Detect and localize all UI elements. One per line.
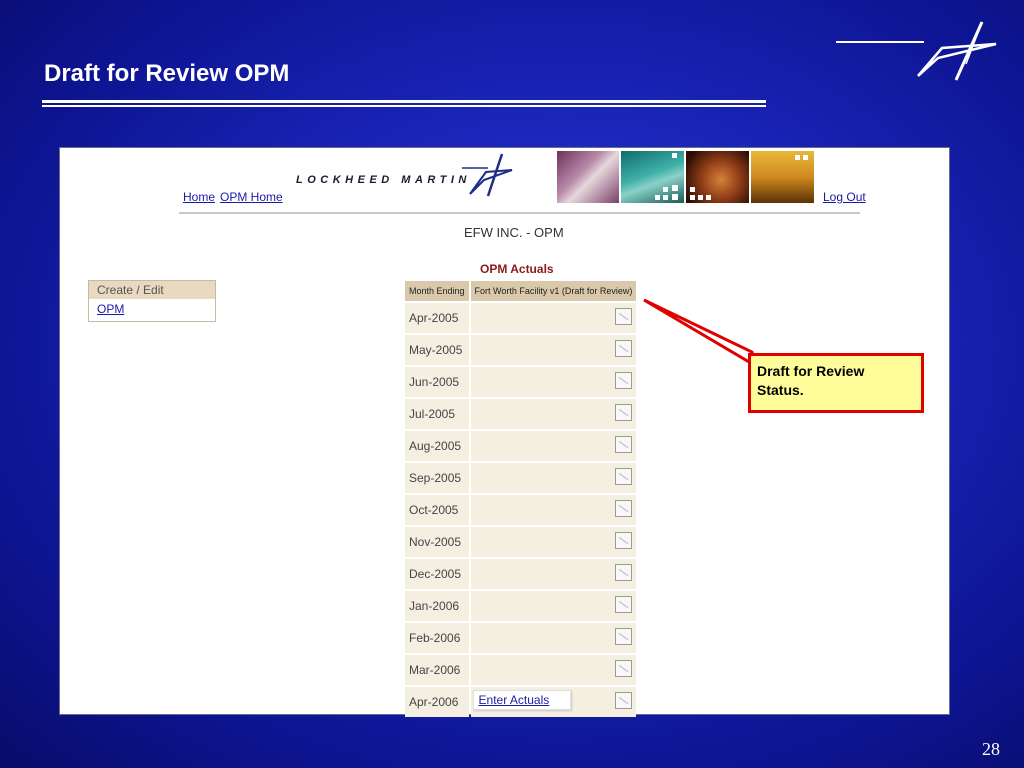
table-row: Jul-2005 [405,399,637,429]
month-cell: Jul-2005 [405,399,469,429]
slide-title: Draft for Review OPM [44,60,290,87]
table-row: Mar-2006 [405,655,637,685]
status-cell [470,335,637,365]
callout-line-1: Draft for Review [757,363,865,379]
spreadsheet-icon[interactable] [615,372,633,389]
spreadsheet-icon[interactable] [615,436,633,453]
home-link[interactable]: Home [183,190,215,204]
app-screenshot: LOCKHEED MARTIN Home OPM Home Log Out EF… [59,147,950,717]
status-cell: Enter Actuals [470,687,637,717]
spreadsheet-icon[interactable] [615,596,633,613]
create-edit-header: Create / Edit [89,281,215,299]
table-row: Jun-2005 [405,367,637,397]
table-row: Dec-2005 [405,559,637,589]
status-cell [470,527,637,557]
status-cell [470,399,637,429]
person-portrait-photo [686,151,749,203]
page-number: 28 [982,739,1000,759]
month-cell: Jun-2005 [405,367,469,397]
header-divider [179,212,860,214]
spreadsheet-icon[interactable] [615,532,633,549]
status-cell [470,463,637,493]
month-cell: Aug-2005 [405,431,469,461]
log-out-link[interactable]: Log Out [823,190,866,204]
draft-review-callout: Draft for Review Status. [748,353,924,413]
opm-home-link[interactable]: OPM Home [220,190,283,204]
radar-tower-photo [621,151,684,203]
table-row: Aug-2005 [405,431,637,461]
table-row: Oct-2005 [405,495,637,525]
brand-wordmark: LOCKHEED MARTIN [296,174,471,186]
month-cell: Feb-2006 [405,623,469,653]
table-row: Nov-2005 [405,527,637,557]
table-row: Feb-2006 [405,623,637,653]
month-cell: Mar-2006 [405,655,469,685]
table-row: Sep-2005 [405,463,637,493]
table-row: Apr-2005 [405,303,637,333]
table-row: Apr-2006 Enter Actuals [405,687,637,717]
status-cell [470,367,637,397]
month-cell: Jan-2006 [405,591,469,621]
month-cell: Apr-2005 [405,303,469,333]
title-rule-secondary [42,105,766,107]
status-cell [470,495,637,525]
month-cell: Oct-2005 [405,495,469,525]
lockheed-star-logo-icon [462,153,513,197]
status-cell [470,559,637,589]
status-cell [470,303,637,333]
spreadsheet-icon[interactable] [615,404,633,421]
status-cell [470,591,637,621]
opm-link[interactable]: OPM [89,299,215,319]
status-cell [470,431,637,461]
spreadsheet-icon[interactable] [615,692,633,709]
spreadsheet-icon[interactable] [615,340,633,357]
spreadsheet-icon[interactable] [615,564,633,581]
spreadsheet-icon[interactable] [615,468,633,485]
month-cell: Nov-2005 [405,527,469,557]
month-cell: Sep-2005 [405,463,469,493]
table-row: Jan-2006 [405,591,637,621]
title-rule [42,100,766,103]
status-cell [470,623,637,653]
spreadsheet-icon[interactable] [615,660,633,677]
spreadsheet-icon[interactable] [615,500,633,517]
opm-actuals-table: Month Ending Fort Worth Facility v1 (Dra… [403,279,638,719]
enter-actuals-button[interactable]: Enter Actuals [472,690,571,710]
company-title: EFW INC. - OPM [464,225,564,240]
facility-status-header: Fort Worth Facility v1 (Draft for Review… [470,281,637,301]
create-edit-panel: Create / Edit OPM [88,280,216,322]
table-row: May-2005 [405,335,637,365]
callout-line-2: Status. [757,382,804,398]
spreadsheet-icon[interactable] [615,628,633,645]
month-cell: Apr-2006 [405,687,469,717]
satellite-dish-photo [557,151,619,203]
section-title: OPM Actuals [480,262,554,276]
month-ending-header: Month Ending [405,281,469,301]
month-cell: Dec-2005 [405,559,469,589]
spreadsheet-icon[interactable] [615,308,633,325]
status-cell [470,655,637,685]
month-cell: May-2005 [405,335,469,365]
lockheed-star-logo-icon [836,21,997,81]
aircraft-sunset-photo [751,151,814,203]
